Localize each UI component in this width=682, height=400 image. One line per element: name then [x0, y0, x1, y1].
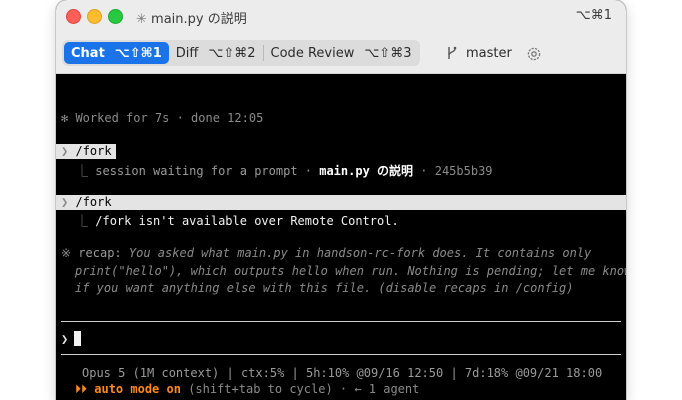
tab-code-review[interactable]: Code Review ⌥⇧⌘3: [264, 42, 419, 64]
window-shortcut: ⌥⌘1: [575, 8, 612, 23]
tab-chat-label: Chat: [71, 45, 105, 61]
app-window: ✳ main.py の説明 ⌥⌘1 Chat ⌥⇧⌘1 Diff ⌥⇧⌘2 Co…: [56, 0, 626, 400]
tab-diff[interactable]: Diff ⌥⇧⌘2: [169, 42, 263, 64]
title-bar: ✳ main.py の説明 ⌥⌘1: [56, 0, 626, 34]
terminal-view[interactable]: ✻ Worked for 7s · done 12:05 ❯ /fork ⎿ s…: [56, 74, 626, 400]
prompt-input[interactable]: ❯: [61, 331, 82, 346]
tab-chat-shortcut: ⌥⇧⌘1: [114, 45, 162, 61]
tab-diff-shortcut: ⌥⇧⌘2: [208, 45, 256, 61]
tab-diff-label: Diff: [175, 45, 199, 61]
recap-label: recap:: [78, 246, 122, 260]
mode-label: auto mode on: [94, 382, 181, 396]
window-title: ✳ main.py の説明: [136, 8, 247, 27]
mode-hint: (shift+tab to cycle) · ← 1 agent: [188, 382, 420, 396]
view-tabs: Chat ⌥⇧⌘1 Diff ⌥⇧⌘2 Code Review ⌥⇧⌘3: [62, 40, 421, 66]
fork2-command-line: ❯ /fork: [61, 195, 112, 209]
prompt-chevron-icon: ❯: [61, 144, 69, 158]
status-line: Opus 5 (1M context) | ctx:5% | 5h:10% @0…: [82, 366, 603, 380]
fork2-highlight: [56, 195, 626, 210]
recap-text-3: if you want anything else with this file…: [75, 281, 574, 295]
worked-status: ✻ Worked for 7s · done 12:05: [61, 111, 264, 125]
input-divider-top: [61, 321, 621, 322]
tree-branch-icon: ⎿: [76, 164, 89, 178]
fast-forward-icon: ⏵⏵: [75, 382, 88, 396]
recap-text-2: print("hello"), which outputs hello when…: [75, 264, 626, 278]
close-window-button[interactable]: [66, 9, 81, 24]
fork2-command: /fork: [75, 195, 112, 209]
fork1-command: /fork: [75, 144, 112, 158]
tree-branch-icon: ⎿: [76, 214, 89, 228]
tab-code-review-label: Code Review: [270, 45, 355, 61]
recap-text-1: You asked what main.py in handson-rc-for…: [128, 246, 592, 260]
prompt-chevron-icon: ❯: [61, 195, 69, 209]
git-branch-icon: [448, 46, 457, 59]
minimize-window-button[interactable]: [87, 9, 102, 24]
fork1-command-line: ❯ /fork: [61, 144, 112, 158]
branch-name: master: [466, 45, 512, 61]
tab-code-review-shortcut: ⌥⇧⌘3: [364, 45, 412, 61]
input-divider-bottom: [61, 354, 621, 355]
activity-icon: ✳: [136, 12, 147, 27]
text-cursor: [74, 331, 82, 346]
window-title-text: main.py の説明: [151, 12, 247, 27]
tab-chat[interactable]: Chat ⌥⇧⌘1: [64, 42, 169, 64]
recap-bullet-icon: ※: [61, 246, 72, 260]
branch-selector[interactable]: master: [446, 45, 512, 61]
recap-line-1: ※ recap: You asked what main.py in hands…: [61, 246, 591, 260]
fork1-result: ⎿ session waiting for a prompt · main.py…: [76, 162, 493, 179]
fork2-message: /fork isn't available over Remote Contro…: [95, 214, 399, 228]
mode-line[interactable]: ⏵⏵ auto mode on (shift+tab to cycle) · ←…: [75, 382, 419, 397]
zoom-window-button[interactable]: [108, 9, 123, 24]
tab-bar: Chat ⌥⇧⌘1 Diff ⌥⇧⌘2 Code Review ⌥⇧⌘3 mas…: [56, 34, 626, 74]
fork2-result: ⎿ /fork isn't available over Remote Cont…: [76, 212, 399, 229]
fork1-session-hash: · 245b5b39: [420, 164, 493, 178]
settings-gear-icon[interactable]: [526, 46, 542, 62]
prompt-chevron-icon: ❯: [61, 332, 69, 346]
fork1-session-name: main.py の説明: [319, 164, 414, 178]
fork1-session-text: session waiting for a prompt ·: [95, 164, 312, 178]
